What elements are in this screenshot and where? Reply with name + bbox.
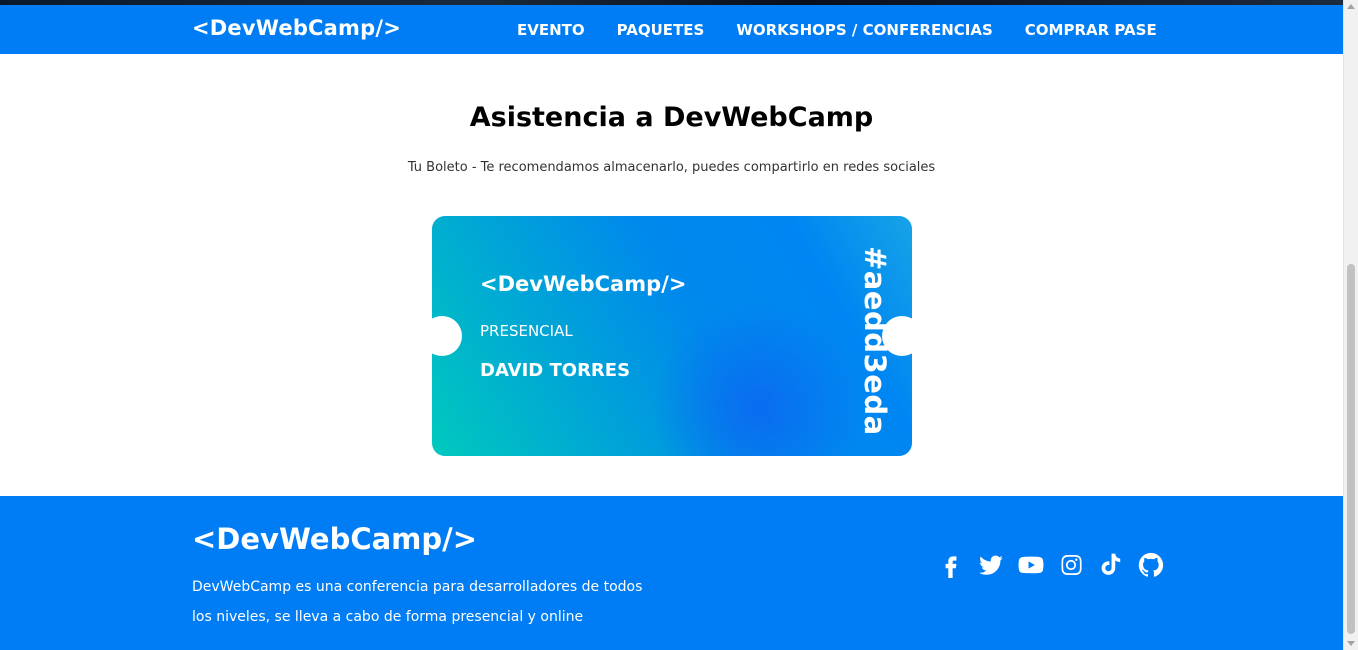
main-content: Asistencia a DevWebCamp Tu Boleto - Te r… <box>0 54 1343 496</box>
nav-link-workshops-conferencias[interactable]: WORKSHOPS / CONFERENCIAS <box>736 21 992 39</box>
ticket-card: <DevWebCamp/> PRESENCIAL DAVID TORRES #a… <box>432 216 912 456</box>
main-nav: EVENTO PAQUETES WORKSHOPS / CONFERENCIAS… <box>517 21 1157 39</box>
youtube-icon[interactable] <box>1018 552 1044 578</box>
scroll-up-arrow-icon[interactable] <box>1347 4 1355 9</box>
twitter-icon[interactable] <box>978 552 1004 578</box>
nav-link-evento[interactable]: EVENTO <box>517 21 585 39</box>
github-icon[interactable] <box>1138 552 1164 578</box>
site-header: <DevWebCamp/> EVENTO PAQUETES WORKSHOPS … <box>0 5 1343 54</box>
nav-link-paquetes[interactable]: PAQUETES <box>617 21 705 39</box>
scroll-down-arrow-icon[interactable] <box>1347 641 1355 646</box>
ticket-type: PRESENCIAL <box>480 322 573 340</box>
ticket-logo: <DevWebCamp/> <box>480 272 687 296</box>
ticket-code-text: #aedd3eda <box>858 246 892 436</box>
scrollbar-thumb[interactable] <box>1347 264 1355 634</box>
site-logo[interactable]: <DevWebCamp/> <box>192 16 401 40</box>
facebook-icon[interactable] <box>938 552 964 578</box>
footer-description: DevWebCamp es una conferencia para desar… <box>192 579 643 625</box>
page-title: Asistencia a DevWebCamp <box>469 102 874 133</box>
tiktok-icon[interactable] <box>1098 552 1124 578</box>
page-scrollbar[interactable] <box>1343 0 1358 650</box>
ticket-attendee-name: DAVID TORRES <box>480 360 631 381</box>
footer-logo[interactable]: <DevWebCamp/> <box>192 522 477 556</box>
nav-link-comprar-pase[interactable]: COMPRAR PASE <box>1025 21 1157 39</box>
ticket-notch-left <box>432 316 462 356</box>
page-subtitle: Tu Boleto - Te recomendamos almacenarlo,… <box>407 160 936 175</box>
instagram-icon[interactable] <box>1058 552 1084 578</box>
site-footer: <DevWebCamp/> DevWebCamp es una conferen… <box>0 496 1343 650</box>
ticket-code: #aedd3eda <box>858 246 898 436</box>
social-links <box>938 552 1164 578</box>
